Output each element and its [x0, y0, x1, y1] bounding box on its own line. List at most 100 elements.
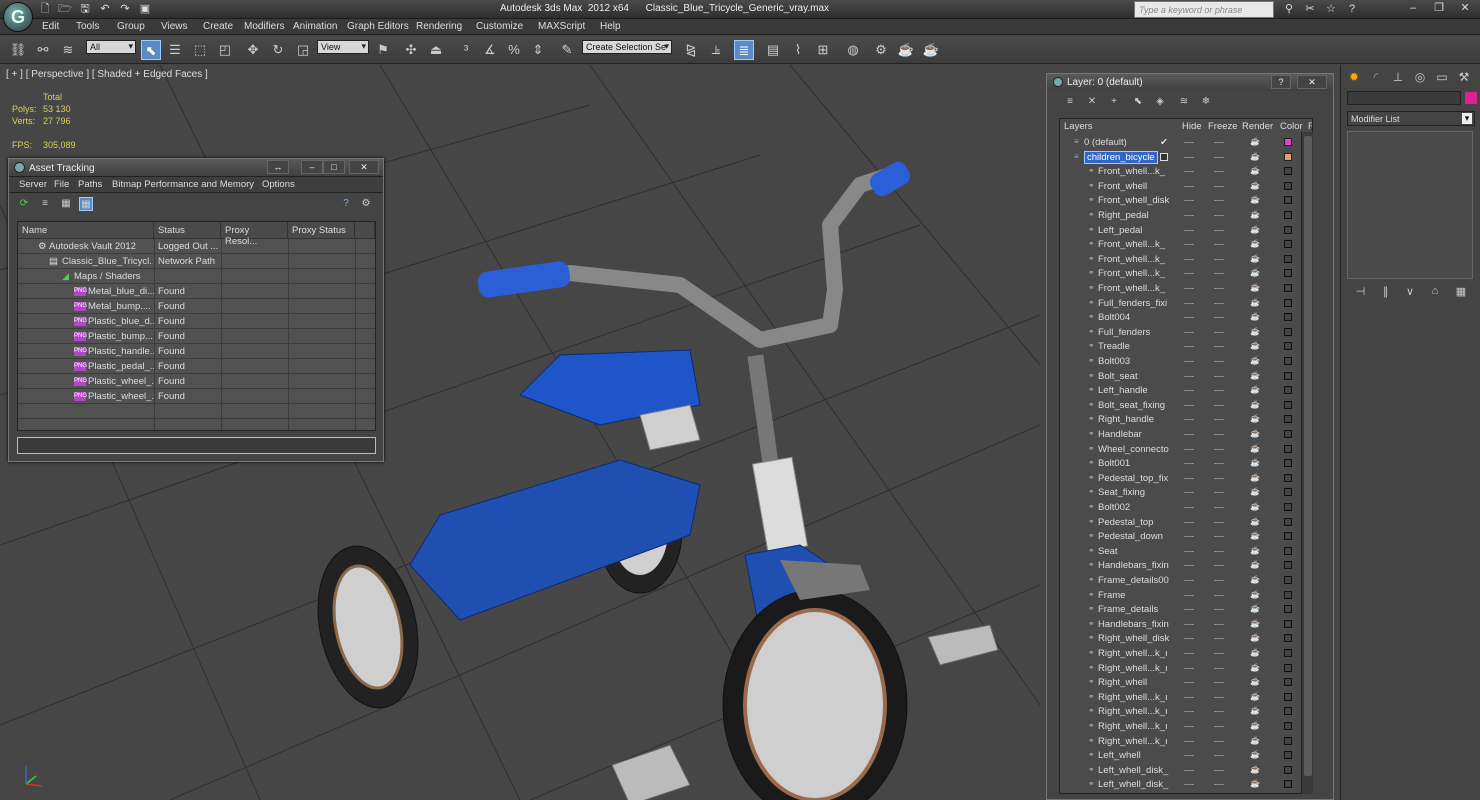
hide-toggle[interactable] [1184, 653, 1194, 654]
select-highlighted-icon[interactable]: ⬉ [1131, 95, 1145, 109]
render-teapot-icon[interactable]: ☕ [1250, 751, 1260, 759]
object-color-swatch[interactable] [1284, 459, 1292, 468]
current-layer-check-icon[interactable]: ✔ [1160, 137, 1168, 148]
align-icon[interactable]: ⫡ [706, 40, 726, 60]
hide-toggle[interactable] [1184, 492, 1194, 494]
object-color-swatch[interactable] [1284, 722, 1292, 730]
freeze-toggle[interactable] [1214, 755, 1224, 757]
object-color-swatch[interactable] [1284, 313, 1292, 322]
object-row[interactable]: ⚭ Treadle ☕ [1060, 339, 1312, 354]
object-color-swatch[interactable] [1284, 298, 1292, 307]
object-row[interactable]: ⚭ Front_whell ☕ [1060, 179, 1312, 194]
object-color-swatch[interactable] [1284, 619, 1292, 628]
maximize-icon[interactable]: ❐ [1426, 0, 1452, 17]
hide-toggle[interactable] [1184, 434, 1194, 435]
object-row[interactable]: ⚭ Right_whell...k_ı ☕ [1060, 704, 1312, 719]
render-teapot-icon[interactable]: ☕ [1250, 138, 1260, 146]
percent-snap-icon[interactable]: % [504, 40, 524, 60]
select-and-move-icon[interactable]: ✥ [243, 40, 263, 60]
viewport-label[interactable]: [ + ] [ Perspective ] [ Shaded + Edged F… [6, 69, 208, 80]
freeze-toggle[interactable] [1214, 653, 1224, 654]
hide-toggle[interactable] [1184, 419, 1194, 421]
object-color-swatch[interactable] [1284, 430, 1292, 438]
hide-toggle[interactable] [1184, 550, 1194, 552]
show-end-result-icon[interactable]: ∥ [1383, 285, 1389, 303]
menu-maxscript[interactable]: MAXScript [538, 21, 585, 32]
snaps-toggle-icon[interactable]: ³ [456, 40, 476, 60]
render-teapot-icon[interactable]: ☕ [1250, 692, 1260, 701]
hide-toggle[interactable] [1184, 375, 1194, 377]
selection-filter-dropdown[interactable]: All [86, 40, 136, 54]
redo-icon[interactable]: ↷ [116, 1, 134, 17]
object-color-swatch[interactable] [1284, 240, 1292, 249]
freeze-toggle[interactable] [1214, 696, 1224, 698]
object-row[interactable]: ⚭ Pedestal_top_fix ☕ [1060, 471, 1312, 486]
freeze-toggle[interactable] [1214, 740, 1224, 742]
object-color-swatch[interactable] [1284, 605, 1292, 614]
hide-toggle[interactable] [1184, 463, 1194, 465]
render-teapot-icon[interactable]: ☕ [1250, 619, 1260, 628]
object-row[interactable]: ⚭ Seat ☕ [1060, 544, 1312, 559]
freeze-toggle[interactable] [1214, 638, 1224, 640]
modifier-list-dropdown[interactable]: Modifier List [1347, 111, 1475, 126]
menu-animation[interactable]: Animation [293, 21, 337, 32]
freeze-toggle[interactable] [1214, 580, 1224, 581]
menu-views[interactable]: Views [161, 21, 188, 32]
settings-icon[interactable]: ⚙ [359, 197, 373, 211]
object-color-swatch[interactable] [1284, 342, 1292, 351]
freeze-toggle[interactable] [1214, 375, 1224, 377]
menu-tools[interactable]: Tools [76, 21, 99, 32]
render-teapot-icon[interactable]: ☕ [1250, 707, 1260, 715]
object-color-swatch[interactable] [1284, 415, 1292, 424]
render-teapot-icon[interactable]: ☕ [1250, 663, 1260, 672]
hide-toggle[interactable] [1184, 769, 1194, 771]
object-color-swatch[interactable] [1284, 327, 1292, 336]
freeze-toggle[interactable] [1214, 521, 1224, 523]
render-teapot-icon[interactable]: ☕ [1250, 765, 1260, 774]
render-teapot-icon[interactable]: ☕ [1250, 240, 1260, 248]
table-view-icon[interactable]: ▦ [79, 197, 93, 211]
object-row[interactable]: ⚭ Front_whell...k_ ☕ [1060, 237, 1312, 252]
object-row[interactable]: ⚭ Left_whell ☕ [1060, 748, 1312, 763]
hide-toggle[interactable] [1184, 258, 1194, 260]
freeze-toggle[interactable] [1214, 185, 1224, 187]
table-row[interactable]: PNG Plastic_bump.... Found [18, 329, 375, 344]
table-row[interactable]: PNG Plastic_blue_d... Found [18, 314, 375, 329]
curve-editor-icon[interactable]: ⌇ [788, 40, 808, 60]
object-row[interactable]: ⚭ Right_whell...k_ı ☕ [1060, 646, 1312, 661]
freeze-toggle[interactable] [1214, 273, 1224, 275]
freeze-toggle[interactable] [1214, 609, 1224, 611]
hide-toggle[interactable] [1184, 565, 1194, 567]
table-row[interactable]: ◢ Maps / Shaders [18, 269, 375, 284]
render-teapot-icon[interactable]: ☕ [1250, 415, 1260, 423]
layer-close-icon[interactable]: ✕ [1297, 75, 1327, 89]
asset-menu-options[interactable]: Options [262, 179, 295, 190]
asset-menu-server[interactable]: Server [19, 179, 47, 190]
object-row[interactable]: ⚭ Handlebars_fixin ☕ [1060, 558, 1312, 573]
new-file-icon[interactable]: 🗋 [36, 1, 54, 17]
hide-toggle[interactable] [1184, 594, 1194, 596]
column-render[interactable]: Render [1242, 121, 1273, 132]
object-row[interactable]: ⚭ Frame_details00 ☕ [1060, 573, 1312, 588]
object-row[interactable]: ⚭ Seat_fixing ☕ [1060, 485, 1312, 500]
highlight-selected-icon[interactable]: ◈ [1153, 95, 1167, 109]
refresh-icon[interactable]: ⟳ [17, 197, 31, 211]
render-teapot-icon[interactable]: ☕ [1250, 473, 1260, 482]
hide-toggle[interactable] [1184, 288, 1194, 289]
render-teapot-icon[interactable]: ☕ [1250, 517, 1260, 526]
hide-toggle[interactable] [1184, 390, 1194, 392]
edit-named-selection-icon[interactable]: ✎ [557, 40, 577, 60]
project-folder-icon[interactable]: ▣ [136, 1, 154, 17]
freeze-toggle[interactable] [1214, 550, 1224, 552]
hide-toggle[interactable] [1184, 536, 1194, 538]
thumbnail-view-icon[interactable]: ▦ [59, 197, 73, 211]
remove-modifier-icon[interactable]: ⌂ [1432, 285, 1439, 303]
select-and-link-icon[interactable]: ⛓ [8, 40, 28, 60]
hide-toggle[interactable] [1184, 273, 1194, 275]
hide-toggle[interactable] [1184, 711, 1194, 713]
column-color[interactable]: Color [1280, 121, 1303, 132]
object-color-swatch[interactable] [1284, 167, 1292, 176]
help-icon[interactable]: ? [339, 197, 353, 211]
render-teapot-icon[interactable]: ☕ [1250, 313, 1260, 321]
render-teapot-icon[interactable]: ☕ [1250, 444, 1260, 453]
